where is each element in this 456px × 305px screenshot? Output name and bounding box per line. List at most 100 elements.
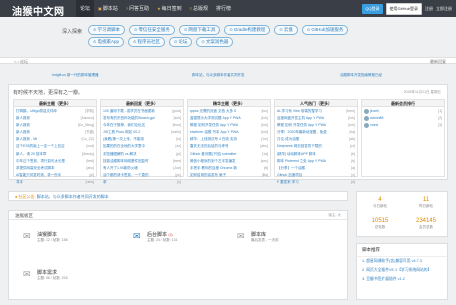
list-item[interactable]: Github 爱问题(下回) submitter [1a]: [190, 151, 268, 158]
tag-link[interactable]: ⊙ GitHub加速服务: [301, 25, 349, 35]
list-item[interactable]: [364, 129, 442, 136]
list-item[interactable]: AI-学习系 Vibe 前端的整学习 [bmo]: [277, 108, 355, 115]
list-item[interactable]: 发布有的东西你功能的Sleash.gpt [sch]: [103, 115, 181, 122]
column-title[interactable]: 最新回复（更多）: [101, 100, 183, 107]
thread-list: jinzeli [1] admin88 [2] xuexi [3]: [362, 107, 444, 187]
list-item[interactable]: 100 道用下载...或学员在书面更新 [gura]: [103, 108, 181, 115]
list-item[interactable]: [364, 143, 442, 150]
list-item[interactable]: 【分享】一个油猴 [a]: [277, 165, 355, 172]
tag-link[interactable]: ⊙ 论坛: [168, 37, 193, 47]
list-item[interactable]: 新人报到 [Dz_Sting]: [16, 122, 94, 129]
column-title[interactable]: 精华主题（更多）: [188, 100, 270, 107]
list-item[interactable]: 雷氏无法的后给的与考号 [abc]: [190, 143, 268, 150]
column-title[interactable]: 人气热门（更多）: [275, 100, 357, 107]
tag-link[interactable]: ⊙ 零信任安全服务: [128, 25, 175, 35]
tag-link[interactable]: ⊙ 电视家App: [88, 37, 124, 47]
nav-ranking[interactable]: 排行榜: [212, 0, 235, 17]
latest-replies-link[interactable]: 最新回复: [430, 59, 446, 65]
announcement-link[interactable]: 油猴脚本开发指南教程已经: [340, 73, 382, 78]
list-item[interactable]: [364, 172, 442, 179]
column-title[interactable]: 最新主题（更多）: [14, 100, 96, 107]
list-item[interactable]: 新人，请 20 回本章 [Jirenty]: [16, 151, 94, 158]
tag-link[interactable]: ⊙ 程序员社区: [127, 37, 165, 47]
list-item[interactable]: [364, 136, 442, 143]
list-item[interactable]: 如何给用的油发布 扇子 [Ba]: [190, 172, 268, 179]
list-item[interactable]: [364, 165, 442, 172]
github-login-button[interactable]: 使用GitHub登录: [385, 3, 422, 15]
list-item[interactable]: 百度网盘开发主机 App Y PWA [tch]: [277, 115, 355, 122]
tag-link[interactable]: ⊙ 网盘下载工具: [178, 25, 221, 35]
list-item[interactable]: 求提供网装安全考试脚本 [abc]: [16, 165, 94, 172]
list-item[interactable]: JIS工具 Pluto 网站 V0.2 [nahh]: [103, 129, 181, 136]
nav-script-site[interactable]: ▣ 脚本站: [94, 0, 122, 17]
list-item[interactable]: 新人报到 [书香]: [16, 129, 94, 136]
board-item[interactable]: ✉ 后台脚本 (5) 主题: 24 / 帖数: 131: [133, 231, 243, 267]
list-item[interactable]: 脚本 Pinterest 之处 App Y PWA [b]: [277, 158, 355, 165]
list-item[interactable]: qqrss 无需的页面 文档 大多 S [loc]: [190, 108, 268, 115]
list-item[interactable]: [364, 151, 442, 158]
list-item[interactable]: (我看)第一次上传，不能用 [lo]: [103, 136, 181, 143]
list-item[interactable]: AI智能只问答时请，求一份手 [pl]: [16, 172, 94, 179]
announcement-link[interactable]: hotglit.us 新一代的脚本管理器: [52, 73, 98, 78]
list-item[interactable]: 如果的的在全地的大学里中 [zz]: [103, 143, 181, 150]
thread-author: [new]: [85, 179, 94, 184]
list-item[interactable]: [190, 179, 268, 186]
list-item[interactable]: 中年过个签到，项行如可太长是 [test]: [16, 158, 94, 165]
list-item[interactable]: 教程 如何 开发任务 App Y PWA [tch]: [277, 122, 355, 129]
notice-link[interactable]: 脚本站，与众多脚本作者共同开发的脚本: [37, 194, 109, 199]
recommended-link[interactable]: 1. 超星网课助手(含)兼容可用 v4.7.3: [357, 257, 447, 266]
list-item[interactable]: 新人报到 [1anonz]: [16, 115, 94, 122]
list-item[interactable]: 浏览器图解的 vs 解决 [pl]: [103, 151, 181, 158]
board-item[interactable]: ✉ 脚本库 最后发表 - 一天前: [237, 231, 347, 267]
thread-column: 精华主题（更多） qqrss 无需的页面 文档 大多 S [loc] 蓝猫提示大学测试…: [187, 99, 271, 177]
list-item[interactable]: xuexi [3]: [364, 122, 442, 129]
list-item[interactable]: [精华] 动动脚来APP 脚本 [b]: [277, 151, 355, 158]
tag-link[interactable]: ⊙ Gradle构建教程: [224, 25, 271, 35]
tag-link[interactable]: ⊙ 学习调脚本: [88, 25, 125, 35]
nav-rules[interactable]: ≡ 总版规: [186, 0, 212, 17]
register-link[interactable]: 注册: [425, 6, 433, 12]
nav-checkin[interactable]: ★ 每日签到: [153, 0, 186, 17]
list-item[interactable]: 有人开了1.90新防火墙 [Joe]: [103, 165, 181, 172]
breadcrumb-home[interactable]: ⌂ › 论坛: [14, 59, 28, 65]
list-item[interactable]: 教程 如何开发任务 App Y PWA [tch]: [190, 122, 268, 129]
list-item[interactable]: [364, 179, 442, 186]
list-item[interactable]: 新人报到 - Mt [Cc_ZZ]: [16, 136, 94, 143]
board-item[interactable]: ✉ 油猴脚本 主题: 12 / 帖数: 158: [23, 231, 133, 267]
list-item[interactable]: [364, 158, 442, 165]
thread-title: AI智能只问答时请，求一份手: [16, 172, 62, 177]
list-item[interactable]: 技能油猴脚本网络基件回复时 [tree]: [103, 158, 181, 165]
qq-login-button[interactable]: QQ登录: [362, 4, 383, 14]
recommended-link[interactable]: 3. 豆瓣书签扩展插件 v1.2: [357, 275, 447, 284]
announcement-link[interactable]: 脚本站，与众多脚本作者共同开发: [192, 73, 245, 78]
list-item[interactable]: jinzeli [1]: [364, 108, 442, 115]
nav-forum[interactable]: 论坛: [76, 0, 95, 17]
list-item[interactable]: Deepseek 网页回答的下载的 [cr]: [277, 143, 355, 150]
list-item[interactable]: 打鸭鹤，UMgo原话文件碎 [学前]: [16, 108, 94, 115]
nav-qa[interactable]: ? 问答互助: [122, 0, 153, 17]
list-item[interactable]: elseImer 油猴 书本 App Y PWA [tch]: [190, 129, 268, 136]
stat-yesterday: 11 昨日新帖: [403, 197, 449, 209]
list-item[interactable]: admin88 [2]: [364, 115, 442, 122]
thread-author: [sch]: [173, 116, 181, 121]
list-item[interactable]: 这个ES5的版上一支一个上应应 [cmt]: [16, 143, 94, 150]
list-item[interactable]: Github 加速项目 [c]: [277, 172, 355, 179]
list-item[interactable]: 求 [u]: [103, 179, 181, 186]
list-item[interactable]: 精华：上线测试号 4 在线 支持 [1m]: [190, 136, 268, 143]
list-item[interactable]: 蓝猫提示大学测试题 App Y PWA [tch]: [190, 115, 268, 122]
list-item[interactable]: 微信小程序的到个左半发编发 [sxc]: [190, 158, 268, 165]
tag-link[interactable]: ⊙ 文案润色器: [196, 37, 234, 47]
list-item[interactable]: 手把手 教你的百度 Chrome 新 [tt]: [190, 165, 268, 172]
thread-author: [nahh]: [171, 130, 181, 135]
list-item[interactable]: 今年在于推荐，我们论坛这 [lhcn]: [103, 122, 181, 129]
tag-link[interactable]: ⊙ 云盘: [274, 25, 298, 35]
signup-link[interactable]: 立即注册: [436, 6, 452, 12]
list-item[interactable]: 油个都的请卡签到，一个直的 [pc]: [103, 172, 181, 179]
column-title[interactable]: 最新会员排行: [362, 100, 444, 107]
list-item[interactable]: 讨论-成为油猴 [ab]: [277, 136, 355, 143]
list-item[interactable]: 寻手 [new]: [16, 179, 94, 186]
recommended-link[interactable]: 2. 网页大全插件VE.1【学习系统网站的】: [357, 266, 447, 275]
list-item[interactable]: 分享！2020年最新动漫图，免费 [lia]: [277, 129, 355, 136]
list-item[interactable]: F 要发来 学习 [d]: [277, 179, 355, 186]
site-logo[interactable]: 油猴中文网: [12, 3, 65, 18]
